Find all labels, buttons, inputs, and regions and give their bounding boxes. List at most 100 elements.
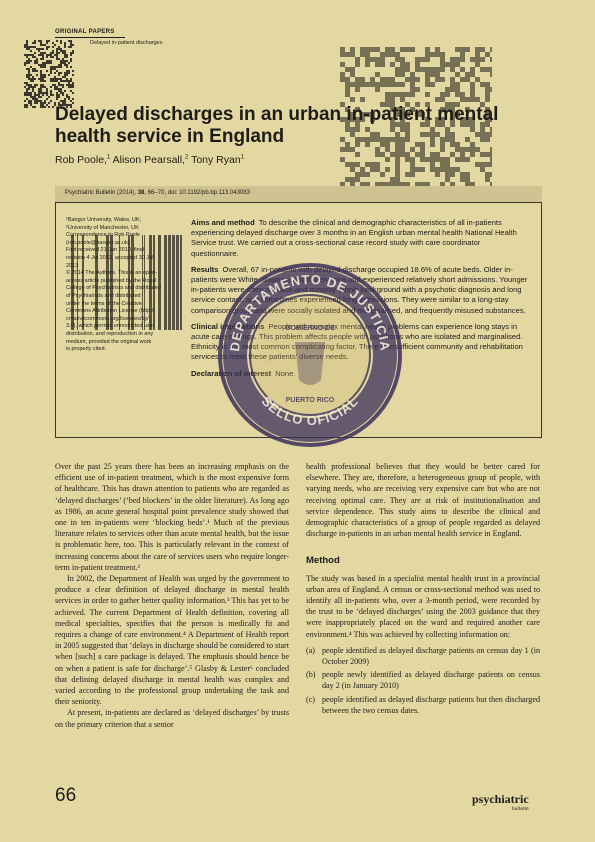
qr-module xyxy=(345,87,350,92)
qr-module xyxy=(72,84,74,86)
qr-module xyxy=(405,62,410,67)
citation-bar: Psychiatric Bulletin (2014), 38, 66–70, … xyxy=(55,186,542,202)
qr-module xyxy=(64,72,66,74)
qr-module xyxy=(64,56,66,58)
qr-module xyxy=(40,48,42,50)
qr-module xyxy=(370,57,375,62)
qr-module xyxy=(395,167,400,172)
qr-module xyxy=(360,167,365,172)
qr-module xyxy=(24,92,26,94)
qr-module xyxy=(460,57,465,62)
qr-module xyxy=(56,88,58,90)
qr-module xyxy=(490,72,492,77)
qr-module xyxy=(64,64,66,66)
list-item: (b) people newly identified as delayed d… xyxy=(306,669,540,691)
qr-module xyxy=(28,54,30,56)
qr-module xyxy=(385,52,390,57)
affiliation-line: revision 4 Jul 2013, accepted 30 Jul xyxy=(66,254,154,261)
qr-module xyxy=(42,44,44,46)
qr-module xyxy=(32,54,34,56)
qr-module xyxy=(26,82,28,84)
qr-module xyxy=(440,97,445,102)
qr-module xyxy=(425,72,430,77)
qr-module xyxy=(52,46,54,48)
qr-module xyxy=(470,87,475,92)
qr-module xyxy=(28,60,30,62)
qr-module xyxy=(26,56,28,58)
qr-module xyxy=(435,67,440,72)
qr-module xyxy=(56,54,58,56)
qr-module xyxy=(44,66,46,68)
qr-module xyxy=(435,77,440,82)
qr-module xyxy=(48,102,50,104)
qr-module xyxy=(46,40,48,42)
qr-module xyxy=(32,76,34,78)
qr-module xyxy=(425,157,430,162)
qr-module xyxy=(420,157,425,162)
qr-module xyxy=(450,87,455,92)
qr-module xyxy=(64,54,66,56)
qr-module xyxy=(390,47,395,52)
qr-module xyxy=(30,50,32,52)
qr-module xyxy=(44,80,46,82)
qr-module xyxy=(42,76,44,78)
qr-module xyxy=(465,72,470,77)
qr-module xyxy=(485,82,490,87)
qr-module xyxy=(64,100,66,102)
qr-module xyxy=(480,82,485,87)
abstract-heading: Aims and method xyxy=(191,218,255,227)
qr-module xyxy=(345,67,350,72)
author-name: Rob Poole, xyxy=(55,154,107,166)
qr-module xyxy=(28,86,30,88)
qr-module xyxy=(435,72,440,77)
qr-module xyxy=(70,40,72,42)
qr-module xyxy=(385,77,390,82)
qr-module xyxy=(360,77,365,82)
qr-module xyxy=(36,84,38,86)
qr-module xyxy=(44,100,46,102)
qr-module xyxy=(28,100,30,102)
qr-module xyxy=(40,102,42,104)
qr-module xyxy=(410,162,415,167)
qr-module xyxy=(40,66,42,68)
qr-module xyxy=(54,54,56,56)
qr-module xyxy=(390,97,395,102)
qr-module xyxy=(34,92,36,94)
qr-module xyxy=(345,52,350,57)
qr-module xyxy=(34,96,36,98)
qr-module xyxy=(40,54,42,56)
qr-module xyxy=(46,104,48,106)
qr-module xyxy=(42,54,44,56)
qr-module xyxy=(360,52,365,57)
qr-module xyxy=(440,57,445,62)
qr-module xyxy=(60,72,62,74)
qr-module xyxy=(440,162,445,167)
qr-module xyxy=(345,162,350,167)
qr-module xyxy=(480,162,485,167)
qr-module xyxy=(62,50,64,52)
qr-module xyxy=(56,92,58,94)
qr-module xyxy=(375,82,380,87)
qr-module xyxy=(56,80,58,82)
official-seal-image: DEPARTAMENTO DE JUSTICIA SELLO OFICIAL G… xyxy=(218,263,402,447)
qr-module xyxy=(48,40,50,42)
qr-module xyxy=(26,92,28,94)
qr-module xyxy=(390,52,395,57)
qr-module xyxy=(400,82,405,87)
qr-module xyxy=(24,44,26,46)
qr-module xyxy=(62,62,64,64)
qr-module xyxy=(56,50,58,52)
qr-module xyxy=(350,97,355,102)
qr-module xyxy=(64,90,66,92)
affiliation-line: © 2014 The Authors. This is an open- xyxy=(66,270,157,277)
qr-module xyxy=(42,56,44,58)
qr-module xyxy=(28,46,30,48)
qr-module xyxy=(40,40,42,42)
qr-module xyxy=(24,82,26,84)
qr-module xyxy=(380,52,385,57)
qr-module xyxy=(42,74,44,76)
qr-module xyxy=(64,76,66,78)
qr-module xyxy=(66,72,68,74)
citation-suffix: , 66–70, doi: 10.1192/pb.bp.113.043083 xyxy=(144,190,250,196)
qr-module xyxy=(395,172,400,177)
